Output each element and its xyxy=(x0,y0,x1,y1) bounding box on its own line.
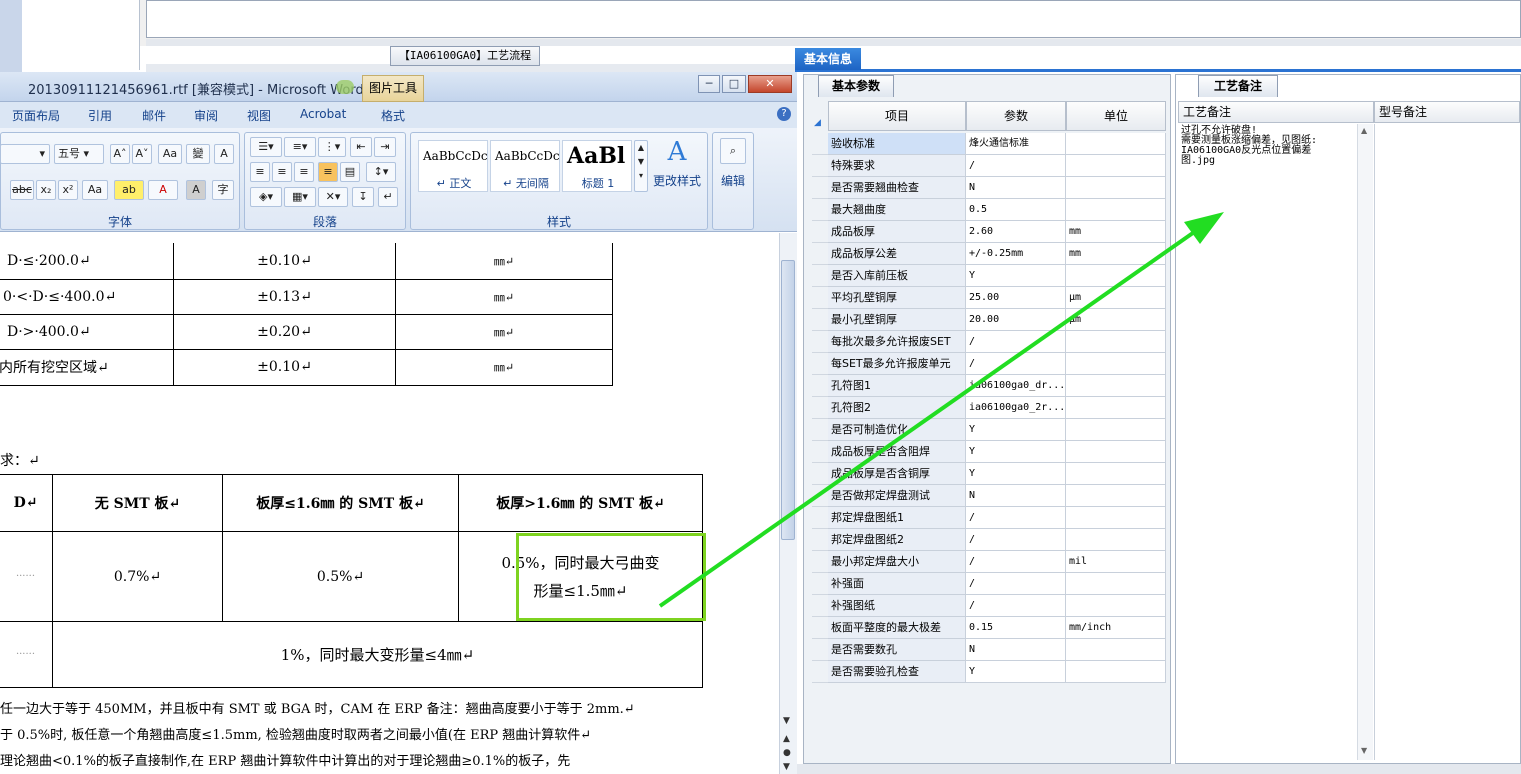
annotation-arrow xyxy=(658,212,1224,608)
arrow-shaft xyxy=(658,226,1202,608)
arrow-head xyxy=(1184,212,1224,244)
